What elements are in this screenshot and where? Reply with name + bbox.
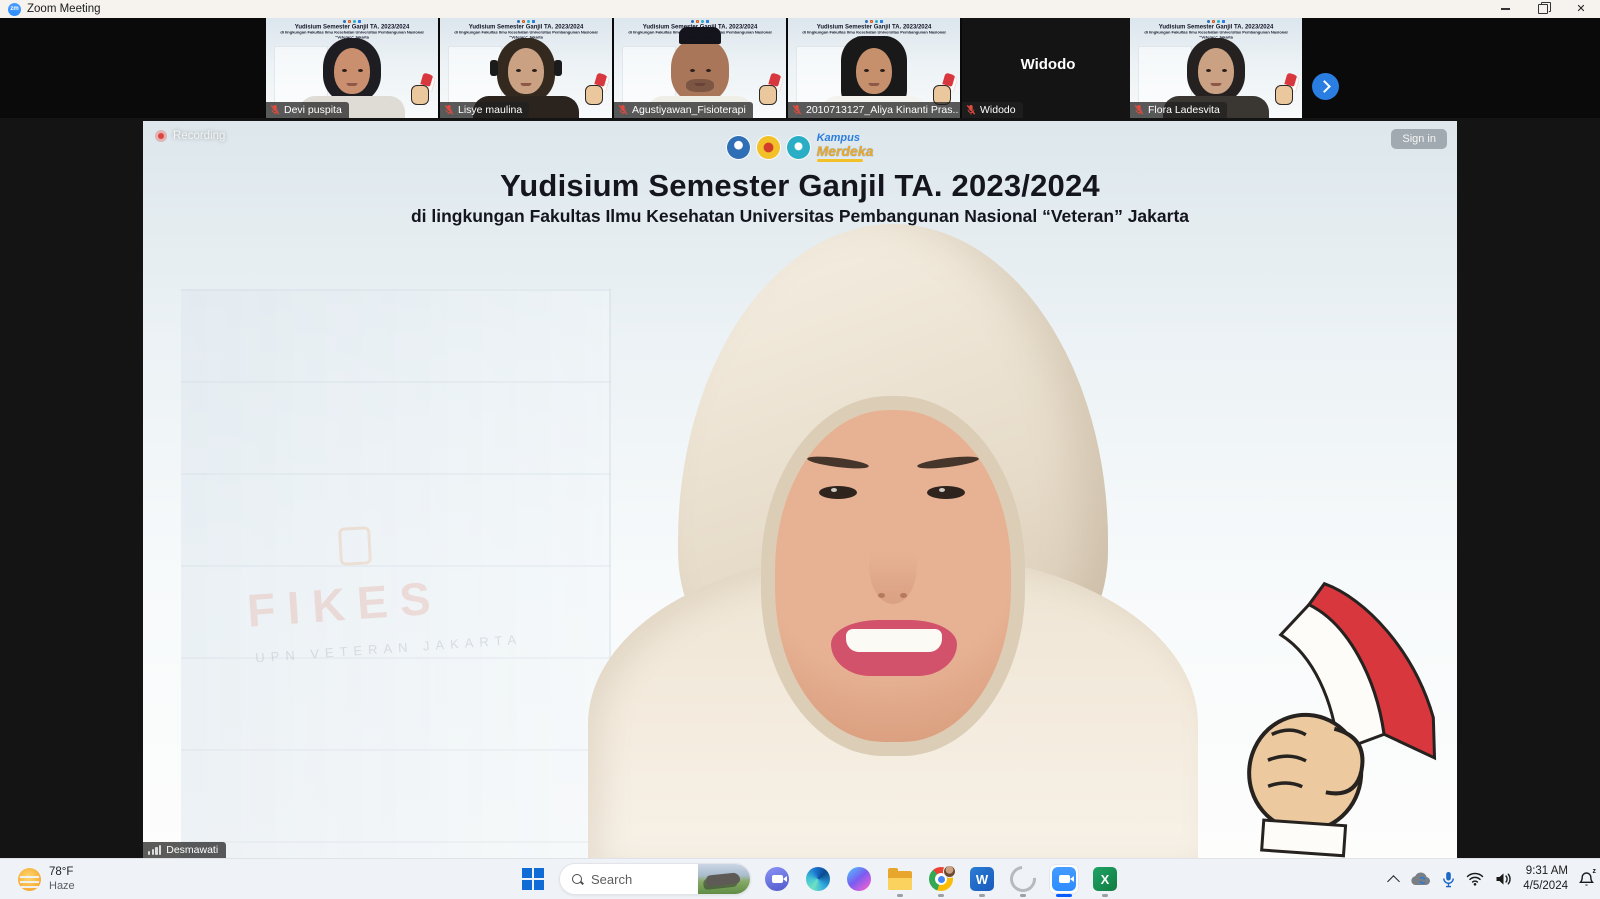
chrome-button[interactable] xyxy=(926,859,956,899)
word-icon: W xyxy=(970,867,994,891)
fikes-building-background: FIKES UPN VETERAN JAKARTA xyxy=(181,289,611,859)
wifi-tray-button[interactable] xyxy=(1466,872,1484,886)
volume-icon xyxy=(1495,872,1512,886)
sign-in-button[interactable]: Sign in xyxy=(1391,129,1447,149)
tray-time: 9:31 AM xyxy=(1523,864,1568,879)
edge-icon xyxy=(806,867,830,891)
muted-mic-icon xyxy=(618,104,628,116)
search-icon xyxy=(572,874,583,885)
muted-mic-icon xyxy=(270,104,280,116)
muted-mic-icon xyxy=(792,104,802,116)
participant-name-tag: Devi puspita xyxy=(266,102,349,118)
desktop: zm Zoom Meeting ✕ Yudisium Semester Ganj… xyxy=(0,0,1600,899)
microphone-tray-button[interactable] xyxy=(1442,871,1455,888)
participant-name-tag: 2010713127_Aliya Kinanti Pras.. xyxy=(788,102,960,118)
tile-banner: Yudisium Semester Ganjil TA. 2023/2024 d… xyxy=(451,20,601,40)
taskbar-search[interactable]: Search xyxy=(559,863,751,895)
loading-app-button[interactable] xyxy=(1008,859,1038,899)
upnvj-logo xyxy=(757,136,780,159)
tile-banner: Yudisium Semester Ganjil TA. 2023/2024 d… xyxy=(1141,20,1291,40)
weather-condition: Haze xyxy=(49,880,75,893)
onedrive-tray-button[interactable] xyxy=(1409,872,1431,887)
close-button[interactable]: ✕ xyxy=(1562,0,1600,18)
loading-spinner-icon xyxy=(1005,861,1042,898)
word-button[interactable]: W xyxy=(967,859,997,899)
clock-widget[interactable]: 9:31 AM 4/5/2024 xyxy=(1523,864,1568,894)
participant-name-tag: Agustiyawan_Fisioterapi xyxy=(614,102,753,118)
participant-name-tag: Flora Ladesvita xyxy=(1130,102,1227,118)
tray-date: 4/5/2024 xyxy=(1523,879,1568,894)
windows-logo-icon xyxy=(522,868,544,890)
recording-indicator: Recording xyxy=(155,130,225,142)
teams-chat-icon xyxy=(765,867,789,891)
recording-dot-icon xyxy=(155,130,167,142)
muted-mic-icon xyxy=(966,104,976,116)
wifi-icon xyxy=(1466,872,1484,886)
fist-flag-illustration xyxy=(584,74,608,106)
file-explorer-button[interactable] xyxy=(885,859,915,899)
participant-tile-agustiyawan[interactable]: Yudisium Semester Ganjil TA. 2023/2024 d… xyxy=(614,18,786,118)
restore-button[interactable] xyxy=(1524,0,1562,18)
volume-tray-button[interactable] xyxy=(1495,872,1512,886)
participant-tile-devi[interactable]: Yudisium Semester Ganjil TA. 2023/2024 d… xyxy=(266,18,438,118)
event-banner: Kampus Merdeka Yudisium Semester Ganjil … xyxy=(143,133,1457,227)
kemdikbud-logo xyxy=(727,136,750,159)
minimize-button[interactable] xyxy=(1486,0,1524,18)
search-daily-image xyxy=(698,864,750,894)
excel-button[interactable]: X xyxy=(1090,859,1120,899)
muted-mic-icon xyxy=(444,104,454,116)
microphone-icon xyxy=(1442,871,1455,888)
muted-mic-icon xyxy=(1134,104,1144,116)
start-button[interactable] xyxy=(518,859,548,899)
speaker-name-tag: Desmawati xyxy=(143,842,226,859)
tile-banner: Yudisium Semester Ganjil TA. 2023/2024 d… xyxy=(625,20,775,40)
speaker-portrait xyxy=(583,224,1203,859)
blu-logo xyxy=(787,136,810,159)
haze-weather-icon xyxy=(18,868,41,891)
chrome-profile-avatar xyxy=(943,865,956,878)
weather-temp: 78°F xyxy=(49,865,75,879)
next-participants-button[interactable] xyxy=(1312,73,1339,100)
fist-flag-illustration xyxy=(410,74,434,106)
zoom-icon xyxy=(1052,867,1076,891)
copilot-icon xyxy=(847,867,871,891)
event-title: Yudisium Semester Ganjil TA. 2023/2024 xyxy=(143,168,1457,204)
tile-banner: Yudisium Semester Ganjil TA. 2023/2024 d… xyxy=(277,20,427,40)
fist-flag-illustration xyxy=(1274,74,1298,106)
file-explorer-icon xyxy=(888,871,912,890)
participant-tile-lisye[interactable]: Yudisium Semester Ganjil TA. 2023/2024 d… xyxy=(440,18,612,118)
kampus-merdeka-logo: Kampus Merdeka xyxy=(817,133,874,162)
fikes-logo-mark xyxy=(338,526,372,566)
zoom-window-titlebar: zm Zoom Meeting ✕ xyxy=(0,0,1600,18)
network-signal-icon xyxy=(148,845,161,856)
teams-chat-button[interactable] xyxy=(762,859,792,899)
edge-button[interactable] xyxy=(803,859,833,899)
chevron-right-icon xyxy=(1318,80,1331,93)
zoom-taskbar-button[interactable] xyxy=(1049,859,1079,899)
notification-bell-button[interactable]: z xyxy=(1579,871,1594,888)
window-title: Zoom Meeting xyxy=(27,3,101,15)
excel-icon: X xyxy=(1093,867,1117,891)
weather-widget[interactable]: 78°F Haze xyxy=(10,859,83,899)
onedrive-sync-icon xyxy=(1409,872,1431,887)
chrome-icon xyxy=(929,867,953,891)
participant-name-tag: Lisye maulina xyxy=(440,102,529,118)
participant-name-tag: Widodo xyxy=(962,102,1023,118)
chevron-up-icon xyxy=(1387,875,1400,888)
participant-filmstrip: Yudisium Semester Ganjil TA. 2023/2024 d… xyxy=(0,18,1600,118)
zoom-app-icon: zm xyxy=(8,3,21,16)
search-placeholder: Search xyxy=(591,872,690,887)
copilot-button[interactable] xyxy=(844,859,874,899)
tray-overflow-button[interactable] xyxy=(1389,872,1398,886)
tile-banner: Yudisium Semester Ganjil TA. 2023/2024 d… xyxy=(799,20,949,40)
fist-flag-illustration xyxy=(758,74,782,106)
participant-display-name: Widodo xyxy=(962,56,1134,73)
fist-flag-illustration xyxy=(1225,572,1450,859)
participant-tile-flora[interactable]: Yudisium Semester Ganjil TA. 2023/2024 d… xyxy=(1130,18,1302,118)
participant-tile-widodo[interactable]: Widodo Widodo xyxy=(962,18,1134,118)
participant-tile-aliya[interactable]: Yudisium Semester Ganjil TA. 2023/2024 d… xyxy=(788,18,960,118)
active-speaker-video: FIKES UPN VETERAN JAKARTA Kampus Merdeka… xyxy=(143,121,1457,859)
windows-taskbar: 78°F Haze Search W xyxy=(0,858,1600,899)
